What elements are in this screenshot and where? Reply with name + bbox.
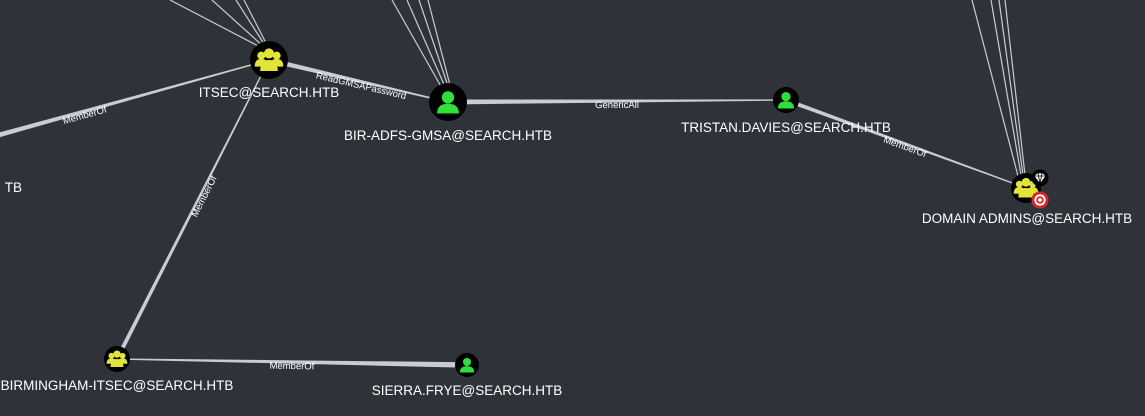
gem-icon [1031, 169, 1049, 187]
edge-sierra-birmingham_itsec[interactable]: MemberOf [116, 358, 468, 373]
edge-label: MemberOf [62, 104, 109, 127]
node-birmingham-itsec[interactable]: BIRMINGHAM-ITSEC@SEARCH.HTB [1, 346, 234, 393]
edge-birmingham_itsec-itsec[interactable]: MemberOf [115, 59, 270, 360]
target-icon [1031, 191, 1049, 209]
edge-offscreen [391, 0, 444, 91]
attack-path-graph[interactable]: ReadGMSAPasswordGenericAllMemberOfMember… [0, 0, 1145, 416]
node-tristan[interactable]: TRISTAN.DAVIES@SEARCH.HTB [681, 87, 891, 135]
node-sierra[interactable]: SIERRA.FRYE@SEARCH.HTB [372, 353, 563, 398]
node-label: BIRMINGHAM-ITSEC@SEARCH.HTB [1, 378, 234, 393]
edge-label: MemberOf [882, 134, 928, 160]
node-label: ITSEC@SEARCH.HTB [199, 85, 339, 100]
node-offscreen-left[interactable]: TB [5, 180, 22, 195]
node-disc [104, 346, 130, 372]
edge-offscreen_left-itsec[interactable]: MemberOf [0, 59, 270, 145]
edge-offscreen [235, 0, 267, 48]
edge-tristan-domain_admins[interactable]: MemberOf [785, 98, 1027, 189]
node-label: TB [5, 180, 22, 195]
edge-label: GenericAll [595, 100, 639, 111]
node-label: SIERRA.FRYE@SEARCH.HTB [372, 383, 563, 398]
node-label: TRISTAN.DAVIES@SEARCH.HTB [681, 120, 891, 135]
node-label: BIR-ADFS-GMSA@SEARCH.HTB [344, 128, 552, 143]
edge-offscreen [1004, 0, 1026, 176]
node-domain-admins[interactable]: DOMAIN ADMINS@SEARCH.HTB [922, 169, 1132, 227]
edge-offscreen [406, 0, 447, 90]
node-label: DOMAIN ADMINS@SEARCH.HTB [922, 211, 1132, 226]
edge-gmsa-tristan[interactable]: GenericAll [447, 99, 787, 111]
edges: ReadGMSAPasswordGenericAllMemberOfMember… [0, 57, 1027, 373]
edge-line [0, 59, 270, 138]
edge-offscreen [990, 0, 1022, 176]
edge-label: MemberOf [269, 361, 314, 373]
edge-label: MemberOf [190, 174, 220, 219]
edge-offscreen [418, 0, 450, 90]
nodes: ITSEC@SEARCH.HTB BIR-ADFS-GMSA@SEARCH.HTB… [1, 41, 1132, 398]
